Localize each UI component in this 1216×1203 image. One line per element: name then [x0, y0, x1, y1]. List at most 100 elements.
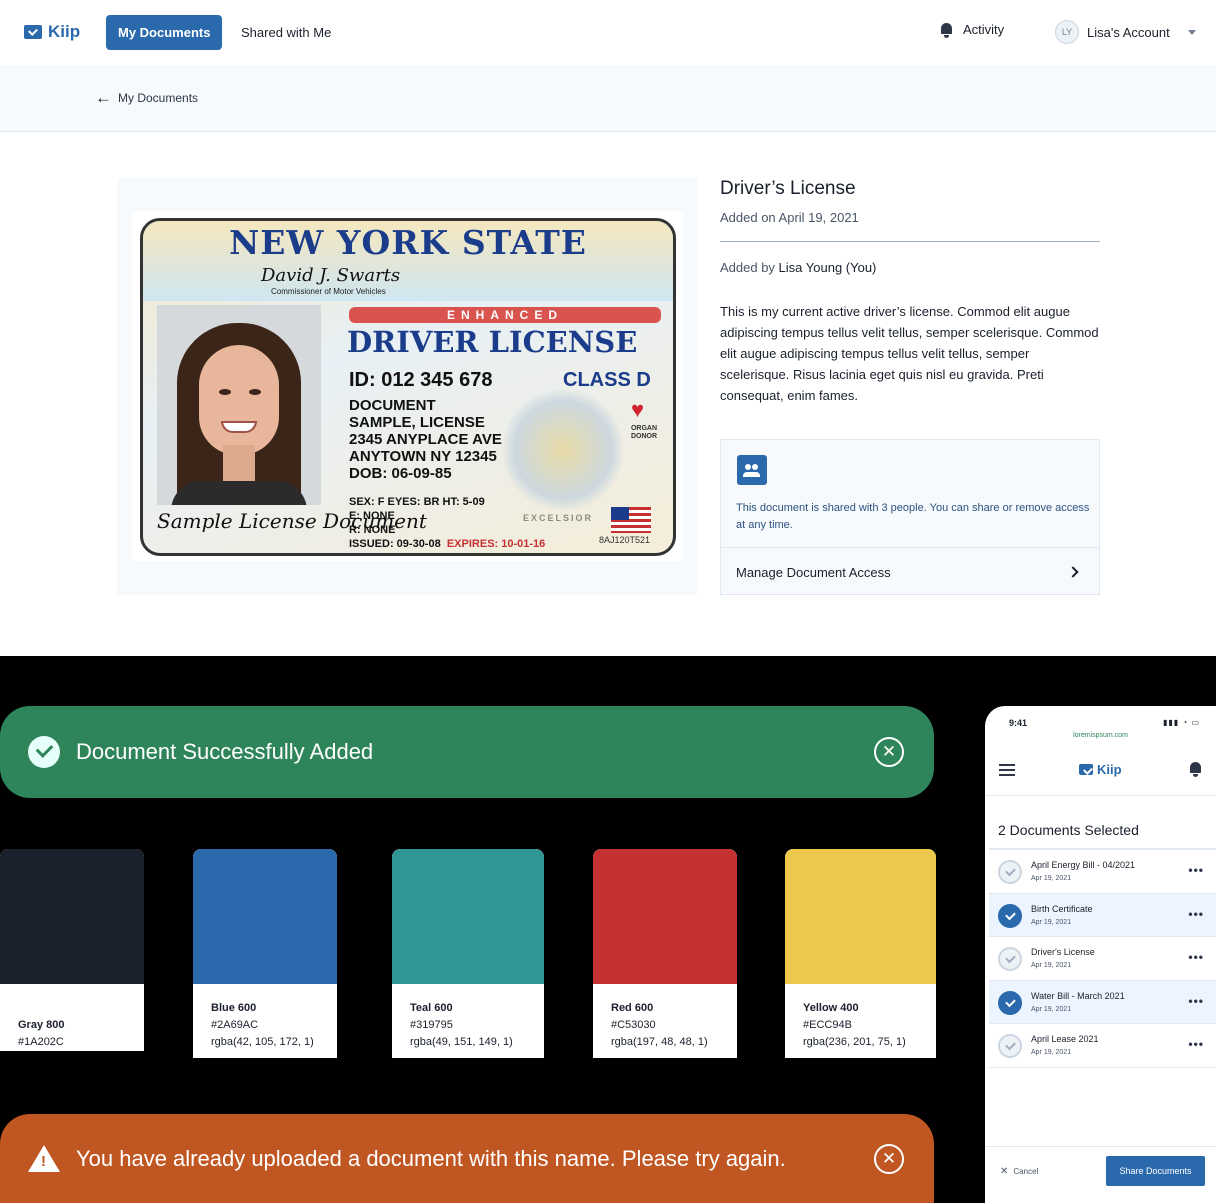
divider [720, 241, 1100, 242]
swatch-name: Teal 600 [410, 1002, 453, 1014]
list-item-name: Driver's License [1031, 947, 1095, 958]
card-dates: ISSUED: 09-30-08 EXPIRES: 10-01-16 [349, 537, 545, 551]
kiip-logo[interactable]: Kiip [1079, 762, 1122, 777]
more-options-icon[interactable]: ••• [1188, 994, 1204, 1008]
close-icon[interactable]: ✕ [874, 1143, 904, 1174]
cancel-button[interactable]: ✕ Cancel [1000, 1166, 1038, 1177]
swatch-chip [785, 849, 936, 984]
swatch-name: Yellow 400 [803, 1002, 859, 1014]
list-item-date: Apr 19, 2021 [1031, 1005, 1072, 1013]
list-item[interactable]: Birth Certificate Apr 19, 2021 ••• [989, 893, 1216, 938]
selection-count: 2 Documents Selected [998, 822, 1139, 838]
list-item[interactable]: April Energy Bill - 04/2021 Apr 19, 2021 •… [989, 850, 1216, 894]
photo-face [199, 345, 279, 455]
swatch-meta: Gray 800 #1A202C [0, 984, 144, 1051]
checkbox[interactable] [998, 947, 1022, 972]
manage-access-link[interactable]: Manage Document Access [736, 565, 891, 580]
list-item-date: Apr 19, 2021 [1031, 1049, 1072, 1057]
avatar: LY [1055, 20, 1079, 44]
document-description: This is my current active driver’s licen… [720, 304, 1099, 403]
warning-icon [28, 1145, 60, 1172]
more-options-icon[interactable]: ••• [1188, 950, 1204, 964]
breadcrumb-bar: ← My Documents [0, 65, 1216, 132]
list-item[interactable]: April Lease 2021 Apr 19, 2021 ••• [989, 1024, 1216, 1068]
people-icon [737, 455, 767, 485]
swatch-rgba: rgba(42, 105, 172, 1) [211, 1036, 314, 1048]
swatch-name: Red 600 [611, 1002, 654, 1014]
card-line-2: SAMPLE, LICENSE [349, 414, 485, 431]
card-serial: 8AJ120T521 [599, 535, 651, 545]
list-item-name: Water Bill - March 2021 [1031, 990, 1125, 1001]
arrow-left-icon: ← [95, 88, 112, 107]
chevron-down-icon [1187, 29, 1196, 35]
photo-neck [223, 445, 255, 485]
checkbox[interactable] [998, 990, 1022, 1015]
tab-shared-with-me[interactable]: Shared with Me [229, 15, 343, 50]
kiip-logo[interactable]: Kiip [24, 22, 80, 42]
sample-signature: Sample License Document [157, 509, 427, 533]
checkbox[interactable] [998, 1034, 1022, 1059]
card-expires: EXPIRES: 10-01-16 [446, 538, 546, 550]
close-icon: ✕ [1000, 1166, 1009, 1177]
license-card: NEW YORK STATE David J. Swarts Commissio… [140, 218, 676, 556]
page-title: Driver’s License [720, 178, 856, 199]
card-line-4: ANYTOWN NY 12345 [349, 448, 497, 465]
logo-text: Kiip [1097, 762, 1122, 777]
sharing-text: This document is shared with 3 people. Y… [736, 502, 1090, 531]
list-item-name: April Energy Bill - 04/2021 [1031, 860, 1136, 870]
more-options-icon[interactable]: ••• [1188, 863, 1204, 877]
card-line-1: DOCUMENT [349, 397, 436, 414]
cancel-label: Cancel [1013, 1167, 1039, 1176]
swatch-chip [193, 849, 337, 984]
card-sex-eyes-ht: SEX: F EYES: BR HT: 5-09 [349, 496, 485, 508]
list-item-name: April Lease 2021 [1031, 1034, 1099, 1045]
organ-donor-label: ORGAN DONOR [630, 425, 658, 440]
card-line-5: DOB: 06-09-85 [349, 465, 452, 482]
document-list: April Energy Bill - 04/2021 Apr 19, 2021 •… [989, 848, 1216, 1068]
desktop-app-frame: Kiip My Documents Shared with Me Activit… [0, 0, 1216, 656]
success-message: Document Successfully Added [76, 739, 374, 764]
swatch-red-600: Red 600 #C53030 rgba(197, 48, 48, 1) [593, 849, 737, 1058]
mobile-footer: ✕ Cancel Share Documents [985, 1146, 1216, 1203]
swatch-name: Gray 800 [18, 1019, 65, 1031]
checkbox[interactable] [998, 903, 1022, 928]
account-menu[interactable]: LY Lisa's Account [1055, 20, 1196, 44]
activity-label: Activity [963, 22, 1005, 37]
notifications-button[interactable] [1189, 762, 1202, 777]
swatch-chip [392, 849, 544, 984]
swatch-chip [0, 849, 144, 984]
tab-my-documents[interactable]: My Documents [106, 15, 223, 50]
chevron-right-icon[interactable] [1067, 566, 1079, 578]
back-link[interactable]: ← My Documents [95, 88, 198, 107]
top-navigation: Kiip My Documents Shared with Me Activit… [0, 0, 1216, 65]
share-documents-button[interactable]: Share Documents [1106, 1156, 1205, 1186]
activity-button[interactable]: Activity [940, 22, 1005, 38]
card-commissioner: Commissioner of Motor Vehicles [271, 287, 386, 296]
swatch-meta: Teal 600 #319795 rgba(49, 151, 149, 1) [392, 984, 544, 1058]
list-item[interactable]: Water Bill - March 2021 Apr 19, 2021 ••• [989, 980, 1216, 1025]
more-options-icon[interactable]: ••• [1188, 1037, 1204, 1051]
hamburger-menu-icon[interactable] [999, 764, 1015, 766]
license-photo [157, 305, 321, 505]
card-id: ID: 012 345 678 [349, 369, 493, 391]
list-item-date: Apr 19, 2021 [1031, 918, 1072, 926]
card-issued: ISSUED: 09-30-08 [349, 538, 441, 550]
close-icon[interactable]: ✕ [874, 737, 904, 767]
mobile-header: Kiip [985, 746, 1216, 796]
list-item-date: Apr 19, 2021 [1031, 875, 1072, 882]
account-label: Lisa's Account [1087, 24, 1170, 40]
swatch-gray-800: Gray 800 #1A202C [0, 849, 144, 1051]
error-message: You have already uploaded a document wit… [76, 1145, 786, 1171]
url-bar: loremispsum.com [1073, 732, 1128, 739]
more-options-icon[interactable]: ••• [1188, 907, 1204, 921]
check-circle-icon [28, 736, 60, 768]
card-state: NEW YORK STATE [229, 223, 587, 262]
card-class: CLASS D [563, 369, 651, 391]
card-enhanced: ENHANCED [349, 307, 661, 323]
list-item[interactable]: Driver's License Apr 19, 2021 ••• [989, 937, 1216, 981]
heart-icon: ♥ [631, 397, 645, 422]
checkbox[interactable] [998, 860, 1022, 884]
folder-check-icon [1079, 764, 1093, 775]
swatch-yellow-400: Yellow 400 #ECC94B rgba(236, 201, 75, 1) [785, 849, 936, 1058]
swatch-meta: Blue 600 #2A69AC rgba(42, 105, 172, 1) [193, 984, 337, 1058]
